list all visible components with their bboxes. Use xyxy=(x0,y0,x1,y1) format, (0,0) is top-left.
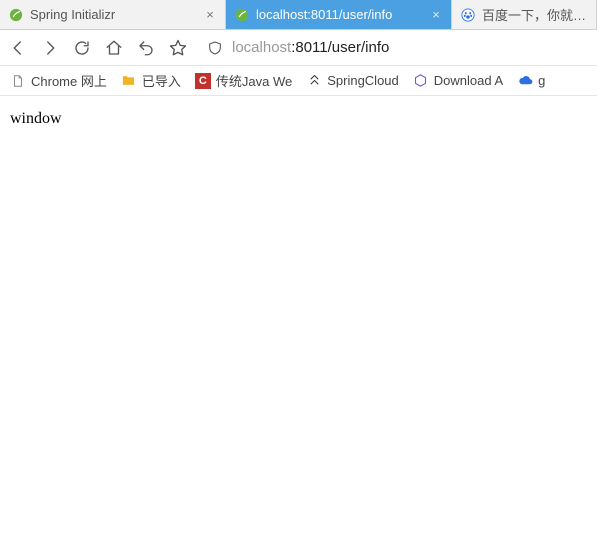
csdn-icon: C xyxy=(195,73,211,89)
tab-localhost-user-info[interactable]: localhost:8011/user/info × xyxy=(226,0,452,29)
folder-icon xyxy=(121,73,137,89)
baidu-icon xyxy=(460,7,476,23)
home-button[interactable] xyxy=(102,36,126,60)
bookmark-chrome-webstore[interactable]: Chrome 网上 xyxy=(10,71,107,90)
bookmark-g[interactable]: g xyxy=(517,73,545,89)
bookmark-label: SpringCloud xyxy=(327,73,399,88)
tab-label: Spring Initializr xyxy=(30,7,197,22)
file-icon xyxy=(10,73,26,89)
bookmark-traditional-java-web[interactable]: C 传统Java We xyxy=(195,71,292,90)
tab-baidu[interactable]: 百度一下，你就知道 xyxy=(452,0,597,29)
bookmark-label: g xyxy=(538,73,545,88)
address-bar[interactable]: localhost:8011/user/info xyxy=(198,36,591,60)
address-host: localhost xyxy=(232,39,291,56)
bookmark-label: Chrome 网上 xyxy=(31,71,107,90)
bookmark-springcloud[interactable]: SpringCloud xyxy=(306,73,399,89)
tab-label: localhost:8011/user/info xyxy=(256,7,423,22)
bookmark-label: 已导入 xyxy=(142,71,181,90)
hexagon-icon xyxy=(413,73,429,89)
forward-button[interactable] xyxy=(38,36,62,60)
address-text: localhost:8011/user/info xyxy=(232,39,389,56)
close-icon[interactable]: × xyxy=(203,8,217,22)
tab-spring-initializr[interactable]: Spring Initializr × xyxy=(0,0,226,29)
reload-button[interactable] xyxy=(70,36,94,60)
cloud-icon xyxy=(517,73,533,89)
page-content: window xyxy=(0,96,597,142)
bookmark-label: Download A xyxy=(434,73,503,88)
spring-icon xyxy=(8,7,24,23)
back-button[interactable] xyxy=(6,36,30,60)
bookmarks-bar: Chrome 网上 已导入 C 传统Java We SpringCloud Do… xyxy=(0,66,597,96)
tab-label: 百度一下，你就知道 xyxy=(482,5,588,24)
springcloud-icon xyxy=(306,73,322,89)
close-icon[interactable]: × xyxy=(429,8,443,22)
bookmark-label: 传统Java We xyxy=(216,71,292,90)
bookmark-star-button[interactable] xyxy=(166,36,190,60)
bookmark-download-a[interactable]: Download A xyxy=(413,73,503,89)
nav-bar: localhost:8011/user/info xyxy=(0,30,597,66)
undo-close-button[interactable] xyxy=(134,36,158,60)
address-path: :8011/user/info xyxy=(291,39,389,56)
page-body-text: window xyxy=(10,110,62,127)
bookmark-imported-folder[interactable]: 已导入 xyxy=(121,71,181,90)
shield-icon[interactable] xyxy=(206,36,224,60)
tab-strip: Spring Initializr × localhost:8011/user/… xyxy=(0,0,597,30)
spring-icon xyxy=(234,7,250,23)
